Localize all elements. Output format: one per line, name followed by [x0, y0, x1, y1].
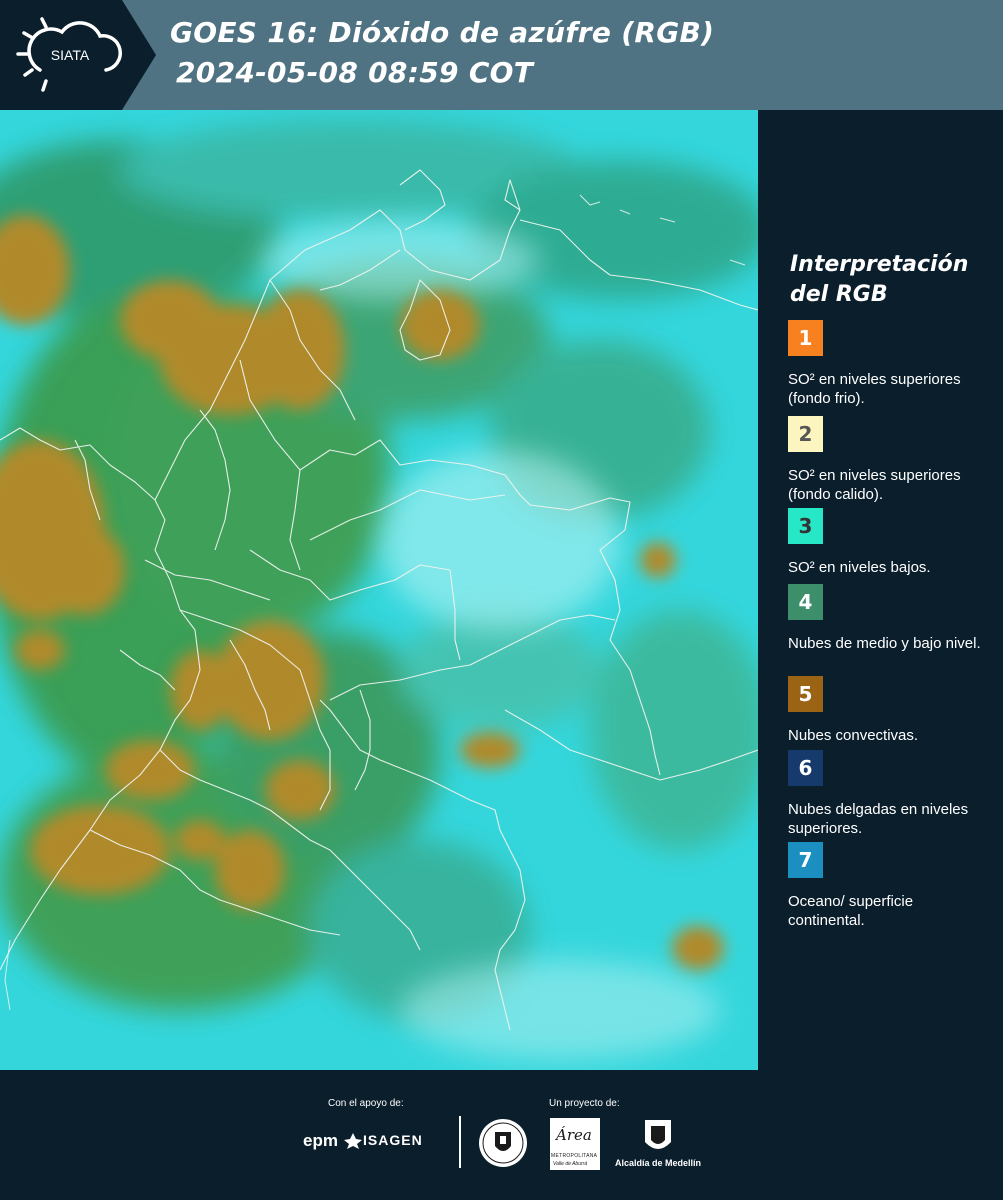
legend-swatch: 3 — [788, 508, 823, 544]
legend-label: SO² en niveles superiores (fondo calido)… — [788, 467, 961, 503]
project-label: Un proyecto de: — [549, 1098, 620, 1109]
timestamp: 2024-05-08 08:59 COT — [176, 56, 534, 89]
area-logo-metro: METROPOLITANA — [551, 1153, 598, 1159]
legend-item-5: 5 Nubes convectivas. — [788, 676, 988, 745]
area-logo-word: Área — [556, 1126, 592, 1144]
isagen-symbol-icon — [344, 1133, 362, 1149]
header-bar: SIATA GOES 16: Dióxido de azúfre (RGB) 2… — [0, 0, 1003, 110]
legend-swatch: 2 — [788, 416, 823, 452]
alcaldia-shield-icon — [645, 1120, 671, 1149]
footer-divider — [459, 1116, 461, 1168]
legend-item-2: 2 SO² en niveles superiores (fondo calid… — [788, 416, 988, 504]
university-seal-icon — [479, 1119, 527, 1167]
siata-logo-text: SIATA — [51, 47, 90, 63]
alcaldia-logo: Alcaldía de Medellín — [612, 1118, 704, 1173]
legend-swatch: 1 — [788, 320, 823, 356]
satellite-image — [0, 110, 758, 1070]
legend-panel: Interpretación del RGB 1 SO² en niveles … — [758, 110, 1003, 1070]
isagen-logo: ISAGEN — [363, 1132, 423, 1148]
siata-logo: SIATA — [0, 0, 156, 110]
legend-label: Oceano/ superficie continental. — [788, 893, 914, 929]
legend-swatch: 7 — [788, 842, 823, 878]
epm-logo: epm — [303, 1131, 338, 1150]
footer: Con el apoyo de: Un proyecto de: epm ISA… — [0, 1070, 1003, 1200]
legend-label: Nubes de medio y bajo nivel. — [788, 635, 981, 652]
legend-label: Nubes delgadas en niveles superiores. — [788, 801, 969, 837]
page-title: GOES 16: Dióxido de azúfre (RGB) — [170, 16, 715, 49]
legend-item-4: 4 Nubes de medio y bajo nivel. — [788, 584, 988, 653]
legend-title: Interpretación del RGB — [790, 252, 969, 307]
so2-rgb-map — [0, 110, 758, 1070]
alcaldia-label: Alcaldía de Medellín — [614, 1158, 702, 1168]
area-logo-sub: Valle de Aburrá — [553, 1161, 588, 1167]
legend-item-6: 6 Nubes delgadas en niveles superiores. — [788, 750, 988, 838]
legend-item-1: 1 SO² en niveles superiores (fondo frio)… — [788, 320, 988, 408]
area-metropolitana-logo: Área METROPOLITANA Valle de Aburrá — [550, 1118, 600, 1170]
legend-swatch: 6 — [788, 750, 823, 786]
legend-label: SO² en niveles superiores (fondo frio). — [788, 371, 961, 407]
legend-swatch: 5 — [788, 676, 823, 712]
legend-label: Nubes convectivas. — [788, 727, 919, 744]
legend-swatch: 4 — [788, 584, 823, 620]
legend-label: SO² en niveles bajos. — [788, 559, 931, 576]
legend-item-7: 7 Oceano/ superficie continental. — [788, 842, 988, 930]
legend-item-3: 3 SO² en niveles bajos. — [788, 508, 988, 577]
support-label: Con el apoyo de: — [328, 1098, 404, 1109]
